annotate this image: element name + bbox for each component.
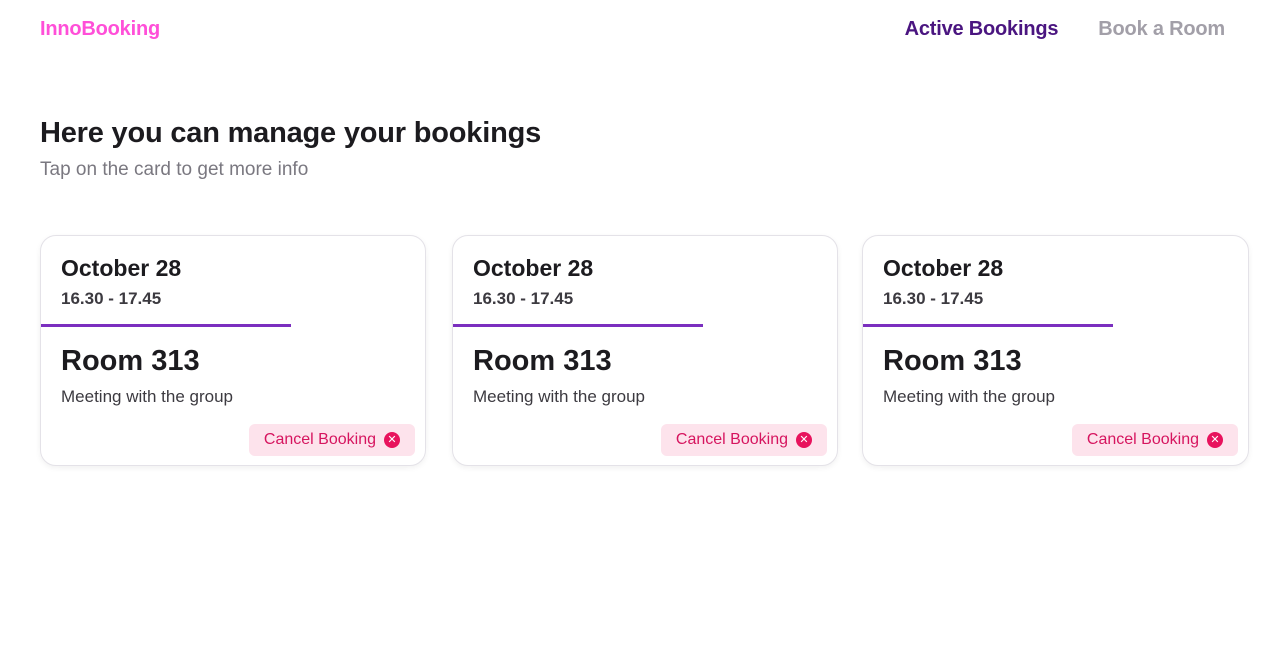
top-bar: InnoBooking Active Bookings Book a Room	[0, 0, 1280, 60]
booking-room: Room 313	[883, 345, 1022, 377]
booking-time: 16.30 - 17.45	[61, 289, 162, 308]
close-circle-icon: ✕	[384, 432, 400, 448]
booking-description: Meeting with the group	[883, 387, 1055, 406]
booking-room: Room 313	[473, 345, 612, 377]
app-logo[interactable]: InnoBooking	[40, 18, 160, 41]
card-divider	[41, 324, 291, 327]
card-divider	[453, 324, 703, 327]
booking-time: 16.30 - 17.45	[883, 289, 984, 308]
booking-description: Meeting with the group	[473, 387, 645, 406]
booking-card[interactable]: October 28 16.30 - 17.45 Room 313 Meetin…	[452, 235, 838, 466]
booking-date: October 28	[61, 255, 182, 281]
page-subtitle: Tap on the card to get more info	[40, 159, 309, 180]
booking-card-list: October 28 16.30 - 17.45 Room 313 Meetin…	[40, 235, 1249, 466]
cancel-booking-button[interactable]: Cancel Booking ✕	[660, 424, 827, 456]
booking-date: October 28	[473, 255, 594, 281]
cancel-booking-label: Cancel Booking	[263, 431, 376, 448]
main-nav: Active Bookings Book a Room	[905, 18, 1226, 41]
booking-time: 16.30 - 17.45	[473, 289, 574, 308]
booking-room: Room 313	[61, 345, 200, 377]
cancel-booking-button[interactable]: Cancel Booking ✕	[1071, 424, 1238, 456]
cancel-booking-label: Cancel Booking	[675, 431, 788, 448]
booking-date: October 28	[883, 255, 1004, 281]
page-title: Here you can manage your bookings	[40, 117, 542, 149]
nav-active-bookings[interactable]: Active Bookings	[905, 18, 1059, 41]
booking-card[interactable]: October 28 16.30 - 17.45 Room 313 Meetin…	[862, 235, 1249, 466]
card-divider	[863, 324, 1113, 327]
close-circle-icon: ✕	[1207, 432, 1223, 448]
booking-card[interactable]: October 28 16.30 - 17.45 Room 313 Meetin…	[40, 235, 426, 466]
close-circle-icon: ✕	[796, 432, 812, 448]
cancel-booking-label: Cancel Booking	[1086, 431, 1199, 448]
nav-book-a-room[interactable]: Book a Room	[1098, 18, 1225, 41]
booking-description: Meeting with the group	[61, 387, 233, 406]
cancel-booking-button[interactable]: Cancel Booking ✕	[248, 424, 415, 456]
